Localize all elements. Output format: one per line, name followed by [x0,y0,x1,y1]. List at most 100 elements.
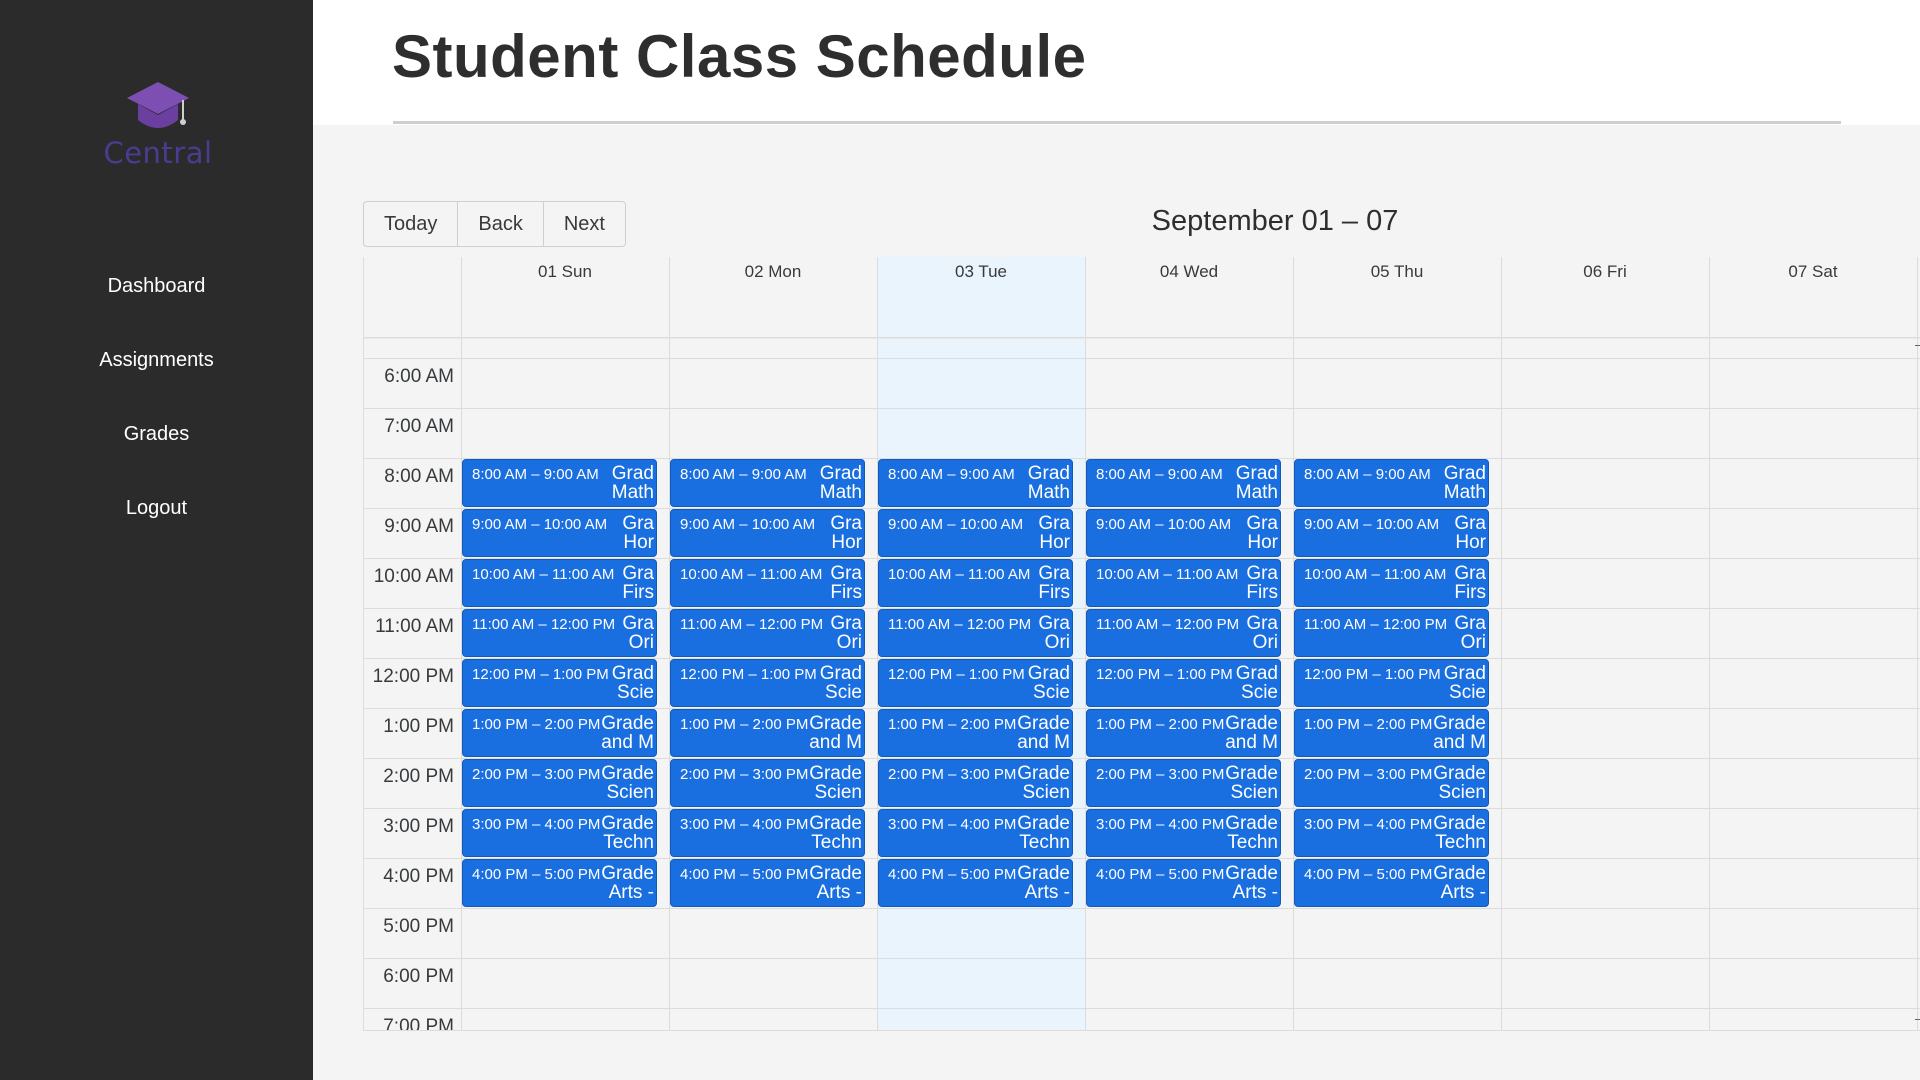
event-title-line-2: Firs [1246,582,1278,603]
class-event[interactable]: 8:00 AM – 9:00 AM Grad Math [670,459,865,507]
event-title: Grade Scien [1017,764,1070,802]
day-header[interactable]: 06 Fri [1501,257,1709,281]
event-time: 1:00 PM – 2:00 PM [888,716,1017,733]
scrollbar-arrow-up[interactable] [1915,345,1920,346]
event-title-line-1: Grade [601,813,654,834]
page-header: Student Class Schedule [313,0,1920,125]
time-label: 10:00 AM [373,566,454,587]
class-event[interactable]: 4:00 PM – 5:00 PM Grade Arts - [1294,859,1489,907]
event-title-line-1: Gra [1246,613,1278,634]
day-header[interactable]: 01 Sun [461,257,669,281]
event-time: 9:00 AM – 10:00 AM [1304,516,1440,533]
today-button[interactable]: Today [364,202,459,246]
sidebar-item-assignments[interactable]: Assignments [0,339,313,413]
class-event[interactable]: 8:00 AM – 9:00 AM Grad Math [1086,459,1281,507]
time-label: 3:00 PM [383,816,454,837]
class-event[interactable]: 1:00 PM – 2:00 PM Grade and M [462,709,657,757]
event-title-line-2: Math [1235,482,1278,503]
next-button[interactable]: Next [544,202,625,246]
scrollbar-arrow-down[interactable] [1915,1019,1920,1020]
event-title-line-1: Grade [601,713,654,734]
day-header[interactable]: 03 Tue [877,257,1085,281]
day-header[interactable]: 04 Wed [1085,257,1293,281]
class-event[interactable]: 2:00 PM – 3:00 PM Grade Scien [670,759,865,807]
class-event[interactable]: 4:00 PM – 5:00 PM Grade Arts - [1086,859,1281,907]
date-range-label: September 01 – 07 [1151,205,1399,237]
time-label: 6:00 PM [383,966,454,987]
event-time: 4:00 PM – 5:00 PM [1096,866,1225,883]
event-title-line-2: and M [601,732,654,753]
class-event[interactable]: 12:00 PM – 1:00 PM Grad Scie [1086,659,1281,707]
class-event[interactable]: 3:00 PM – 4:00 PM Grade Techn [462,809,657,857]
event-title-line-1: Gra [1038,563,1070,584]
event-title-line-2: Ori [1460,632,1486,653]
class-event[interactable]: 3:00 PM – 4:00 PM Grade Techn [1086,809,1281,857]
class-event[interactable]: 11:00 AM – 12:00 PM Gra Ori [670,609,865,657]
class-event[interactable]: 3:00 PM – 4:00 PM Grade Techn [878,809,1073,857]
class-event[interactable]: 4:00 PM – 5:00 PM Grade Arts - [462,859,657,907]
class-event[interactable]: 2:00 PM – 3:00 PM Grade Scien [1086,759,1281,807]
class-event[interactable]: 9:00 AM – 10:00 AM Gra Hor [1294,509,1489,557]
class-event[interactable]: 10:00 AM – 11:00 AM Gra Firs [670,559,865,607]
class-event[interactable]: 1:00 PM – 2:00 PM Grade and M [878,709,1073,757]
class-event[interactable]: 10:00 AM – 11:00 AM Gra Firs [1294,559,1489,607]
class-event[interactable]: 8:00 AM – 9:00 AM Grad Math [462,459,657,507]
graduation-cap-icon [127,82,189,128]
class-event[interactable]: 10:00 AM – 11:00 AM Gra Firs [462,559,657,607]
class-event[interactable]: 1:00 PM – 2:00 PM Grade and M [670,709,865,757]
class-event[interactable]: 3:00 PM – 4:00 PM Grade Techn [670,809,865,857]
class-event[interactable]: 11:00 AM – 12:00 PM Gra Ori [1294,609,1489,657]
class-event[interactable]: 8:00 AM – 9:00 AM Grad Math [878,459,1073,507]
event-time: 9:00 AM – 10:00 AM [680,516,816,533]
event-title-line-1: Gra [622,513,654,534]
class-event[interactable]: 4:00 PM – 5:00 PM Grade Arts - [670,859,865,907]
brand-logo[interactable]: Central [103,80,213,170]
event-time: 8:00 AM – 9:00 AM [1096,466,1223,483]
class-event[interactable]: 2:00 PM – 3:00 PM Grade Scien [462,759,657,807]
event-title: Grade Arts - [1225,864,1278,902]
class-event[interactable]: 11:00 AM – 12:00 PM Gra Ori [1086,609,1281,657]
event-title-line-1: Gra [622,563,654,584]
time-label: 2:00 PM [383,766,454,787]
time-label: 6:00 AM [384,366,454,387]
event-title: Grad Math [1028,464,1070,502]
class-event[interactable]: 3:00 PM – 4:00 PM Grade Techn [1294,809,1489,857]
class-event[interactable]: 10:00 AM – 11:00 AM Gra Firs [1086,559,1281,607]
day-header[interactable]: 07 Sat [1709,257,1917,281]
class-event[interactable]: 12:00 PM – 1:00 PM Grad Scie [1294,659,1489,707]
class-event[interactable]: 9:00 AM – 10:00 AM Gra Hor [462,509,657,557]
class-event[interactable]: 12:00 PM – 1:00 PM Grad Scie [462,659,657,707]
event-title: Gra Ori [622,614,654,652]
event-title: Grade and M [1017,714,1070,752]
class-event[interactable]: 8:00 AM – 9:00 AM Grad Math [1294,459,1489,507]
event-title-line-2: and M [809,732,862,753]
class-event[interactable]: 2:00 PM – 3:00 PM Grade Scien [1294,759,1489,807]
sidebar-item-grades[interactable]: Grades [0,413,313,487]
class-event[interactable]: 9:00 AM – 10:00 AM Gra Hor [1086,509,1281,557]
day-header[interactable]: 05 Thu [1293,257,1501,281]
class-event[interactable]: 1:00 PM – 2:00 PM Grade and M [1086,709,1281,757]
day-header[interactable]: 02 Mon [669,257,877,281]
event-title-line-2: Arts - [1024,882,1070,903]
class-event[interactable]: 11:00 AM – 12:00 PM Gra Ori [878,609,1073,657]
sidebar-item-logout[interactable]: Logout [0,487,313,561]
event-title: Grade Arts - [809,864,862,902]
event-title-line-2: Math [611,482,654,503]
class-event[interactable]: 12:00 PM – 1:00 PM Grad Scie [878,659,1073,707]
back-button[interactable]: Back [458,202,544,246]
event-title-line-1: Grad [1235,663,1278,684]
calendar-nav-group: Today Back Next [363,201,626,247]
class-event[interactable]: 12:00 PM – 1:00 PM Grad Scie [670,659,865,707]
class-event[interactable]: 1:00 PM – 2:00 PM Grade and M [1294,709,1489,757]
event-time: 1:00 PM – 2:00 PM [472,716,601,733]
event-title-line-2: Scien [1022,782,1070,803]
sidebar-item-dashboard[interactable]: Dashboard [0,265,313,339]
class-event[interactable]: 2:00 PM – 3:00 PM Grade Scien [878,759,1073,807]
class-event[interactable]: 11:00 AM – 12:00 PM Gra Ori [462,609,657,657]
class-event[interactable]: 4:00 PM – 5:00 PM Grade Arts - [878,859,1073,907]
class-event[interactable]: 10:00 AM – 11:00 AM Gra Firs [878,559,1073,607]
event-title: Gra Hor [830,514,862,552]
class-event[interactable]: 9:00 AM – 10:00 AM Gra Hor [878,509,1073,557]
event-time: 12:00 PM – 1:00 PM [472,666,609,683]
class-event[interactable]: 9:00 AM – 10:00 AM Gra Hor [670,509,865,557]
